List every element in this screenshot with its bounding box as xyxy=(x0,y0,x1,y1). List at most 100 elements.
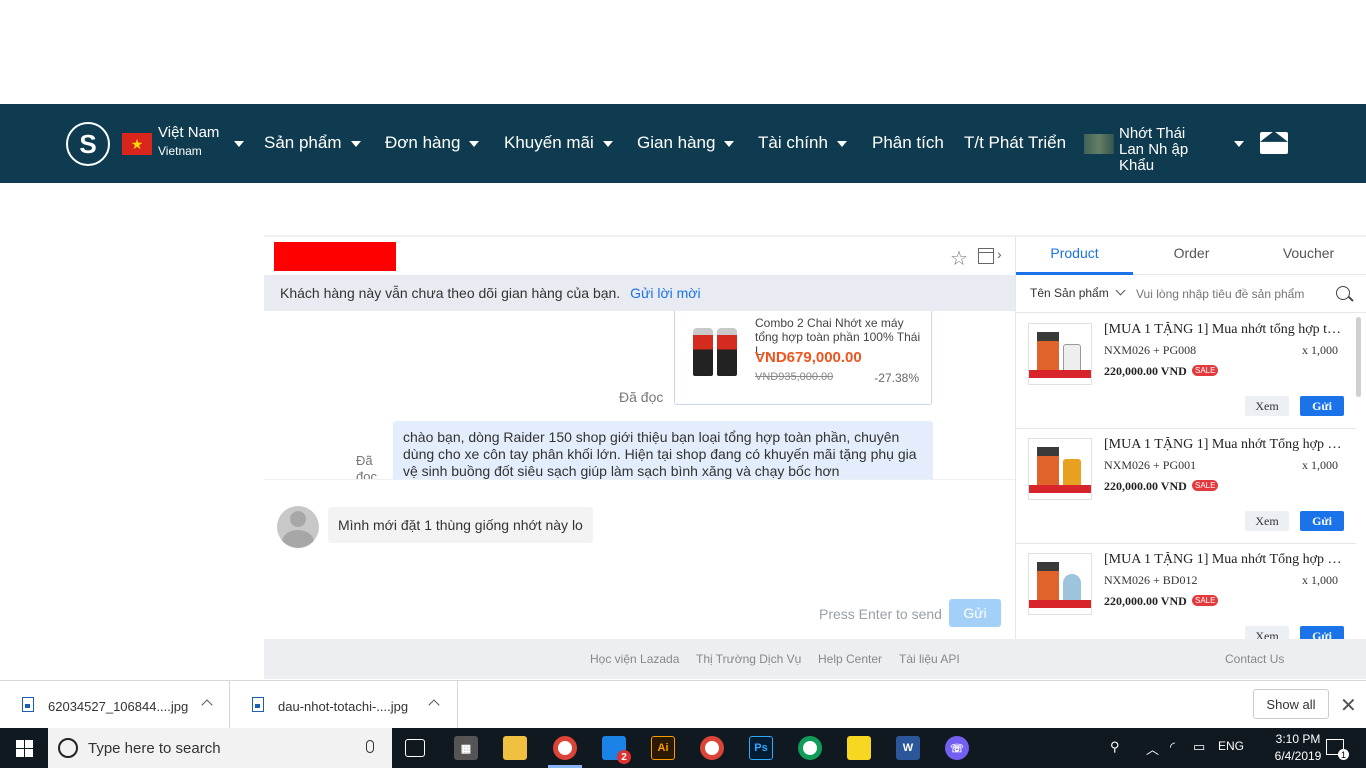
nav-analytics[interactable]: Phân tích xyxy=(872,133,944,153)
tab-voucher[interactable]: Voucher xyxy=(1250,237,1366,275)
input-hint: Press Enter to send xyxy=(819,606,942,622)
file-explorer-icon[interactable] xyxy=(503,736,527,760)
chrome-icon[interactable] xyxy=(553,736,577,760)
product-card-message[interactable]: Combo 2 Chai Nhớt xe máy tổng hợp toàn p… xyxy=(674,311,932,405)
microphone-icon[interactable] xyxy=(366,740,374,753)
notification-count: 1 xyxy=(1338,749,1349,760)
search-input[interactable] xyxy=(1136,284,1326,304)
product-name: [MUA 1 TẶNG 1] Mua nhớt tổng hợp toàn ph… xyxy=(1104,322,1344,337)
footer-link-academy[interactable]: Học viện Lazada xyxy=(590,652,679,666)
product-sidebar: Product Order Voucher Tên Sản phẩm [MUA … xyxy=(1015,235,1366,639)
send-invite-link[interactable]: Gửi lời mời xyxy=(630,285,701,301)
sale-badge: SALE xyxy=(1192,595,1219,606)
cortana-icon xyxy=(58,738,78,758)
mail-icon[interactable] xyxy=(1260,132,1288,154)
sale-badge: SALE xyxy=(1192,365,1219,376)
list-item: [MUA 1 TẶNG 1] Mua nhớt Tổng hợp toàn ph… xyxy=(1016,429,1356,544)
footer-link-help[interactable]: Help Center xyxy=(818,652,882,666)
send-product-button[interactable]: Gửi xyxy=(1300,396,1344,416)
chevron-up-icon[interactable] xyxy=(201,699,213,711)
language-indicator[interactable]: ENG xyxy=(1218,739,1244,753)
footer-link-api[interactable]: Tài liệu API xyxy=(899,652,960,666)
product-sku: NXM026 + PG001 xyxy=(1104,458,1197,472)
view-button[interactable]: Xem xyxy=(1245,626,1289,639)
download-item[interactable]: dau-nhot-totachi-....jpg xyxy=(230,681,458,729)
chrome-icon[interactable] xyxy=(798,736,822,760)
show-all-button[interactable]: Show all xyxy=(1253,689,1329,719)
chevron-down-icon xyxy=(602,140,613,147)
chrome-icon[interactable] xyxy=(700,736,724,760)
taskbar-search[interactable]: Type here to search xyxy=(48,728,392,768)
task-view-icon[interactable] xyxy=(405,739,425,757)
nav-growth[interactable]: T/t Phát Triển xyxy=(964,133,1066,153)
taskbar-search-text: Type here to search xyxy=(88,740,221,757)
wifi-icon[interactable]: ◜ xyxy=(1170,739,1175,755)
product-image xyxy=(683,320,747,380)
product-qty: x 1,000 xyxy=(1302,573,1338,587)
download-bar: 62034527_106844....jpg dau-nhot-totachi-… xyxy=(0,680,1366,729)
country-selector[interactable]: Việt Nam Vietnam xyxy=(158,124,219,158)
chevron-down-icon[interactable] xyxy=(1234,141,1244,147)
nav-label: Sản phẩm xyxy=(264,133,342,152)
close-icon[interactable]: ✕ xyxy=(1340,693,1357,718)
send-button[interactable]: Gửi xyxy=(949,599,1001,627)
clock-time: 3:10 PM xyxy=(1275,732,1321,746)
page-footer: Học viện Lazada Thị Trường Dịch Vụ Help … xyxy=(264,639,1366,679)
chevron-down-icon xyxy=(350,140,361,147)
windows-start-icon[interactable] xyxy=(16,740,33,757)
send-product-button[interactable]: Gửi xyxy=(1300,626,1344,639)
follow-notice: Khách hàng này vẫn chưa theo dõi gian hà… xyxy=(264,275,1015,311)
view-button[interactable]: Xem xyxy=(1245,396,1289,416)
send-product-button[interactable]: Gửi xyxy=(1300,511,1344,531)
chevron-right-icon[interactable]: › xyxy=(997,246,1002,262)
people-icon[interactable]: ⚲ xyxy=(1110,739,1120,755)
search-field-select[interactable]: Tên Sản phẩm xyxy=(1030,285,1126,300)
chevron-up-icon[interactable]: ︿ xyxy=(1146,739,1159,758)
view-button[interactable]: Xem xyxy=(1245,511,1289,531)
star-icon[interactable]: ☆ xyxy=(950,246,968,271)
product-price: VND679,000.00 xyxy=(755,349,862,366)
chevron-up-icon[interactable] xyxy=(428,699,440,711)
search-field-label: Tên Sản phẩm xyxy=(1030,286,1109,300)
nav-promotions[interactable]: Khuyến mãi xyxy=(504,133,613,153)
nav-orders[interactable]: Đơn hàng xyxy=(385,133,480,153)
sidebar-tabs: Product Order Voucher xyxy=(1016,237,1366,275)
nav-store[interactable]: Gian hàng xyxy=(637,133,735,153)
tab-order[interactable]: Order xyxy=(1133,237,1250,275)
product-thumbnail xyxy=(1028,438,1092,500)
photoshop-icon[interactable]: Ps xyxy=(749,736,773,760)
sticky-notes-icon[interactable] xyxy=(847,736,871,760)
scrollbar[interactable] xyxy=(1356,317,1361,397)
nav-label: Khuyến mãi xyxy=(504,133,594,152)
footer-link-marketplace[interactable]: Thị Trường Dịch Vụ xyxy=(696,652,801,666)
battery-icon[interactable]: ▭ xyxy=(1193,739,1205,755)
product-qty: x 1,000 xyxy=(1302,343,1338,357)
footer-link-contact[interactable]: Contact Us xyxy=(1225,652,1284,666)
shop-name[interactable]: Nhớt Thái Lan Nh ập Khẩu xyxy=(1084,126,1214,174)
read-status: Đã đọc xyxy=(619,389,664,405)
word-icon[interactable]: W xyxy=(896,736,920,760)
illustrator-icon[interactable]: Ai xyxy=(651,736,675,760)
chevron-down-icon xyxy=(469,140,480,147)
message-list[interactable]: Combo 2 Chai Nhớt xe máy tổng hợp toàn p… xyxy=(264,311,1015,479)
chevron-down-icon xyxy=(1115,285,1126,296)
system-clock[interactable]: 3:10 PM 6/4/2019 xyxy=(1268,731,1328,765)
tab-product[interactable]: Product xyxy=(1016,237,1133,275)
file-icon xyxy=(22,697,34,712)
top-nav: S ★ Việt Nam Vietnam Sản phẩm Đơn hàng K… xyxy=(0,104,1366,183)
viber-icon[interactable]: ☏ xyxy=(945,736,969,760)
nav-label: Đơn hàng xyxy=(385,133,461,152)
zalo-icon[interactable]: 2 xyxy=(602,736,631,764)
search-icon[interactable] xyxy=(1336,286,1350,300)
list-item: [MUA 1 TẶNG 1] Mua nhớt tổng hợp toàn ph… xyxy=(1016,314,1356,429)
nav-finance[interactable]: Tài chính xyxy=(758,133,847,153)
chevron-down-icon xyxy=(836,140,847,147)
download-item[interactable]: 62034527_106844....jpg xyxy=(0,681,230,729)
chevron-down-icon[interactable] xyxy=(234,141,244,147)
app-icon-generic[interactable]: ▦ xyxy=(454,736,478,760)
seller-center-logo[interactable]: S xyxy=(66,122,110,166)
compose-area[interactable]: Mình mới đặt 1 thùng giống nhớt này lo P… xyxy=(264,479,1015,641)
notification-icon[interactable]: 1 xyxy=(1326,739,1349,760)
side-panel-icon[interactable] xyxy=(978,248,994,264)
nav-products[interactable]: Sản phẩm xyxy=(264,133,361,153)
